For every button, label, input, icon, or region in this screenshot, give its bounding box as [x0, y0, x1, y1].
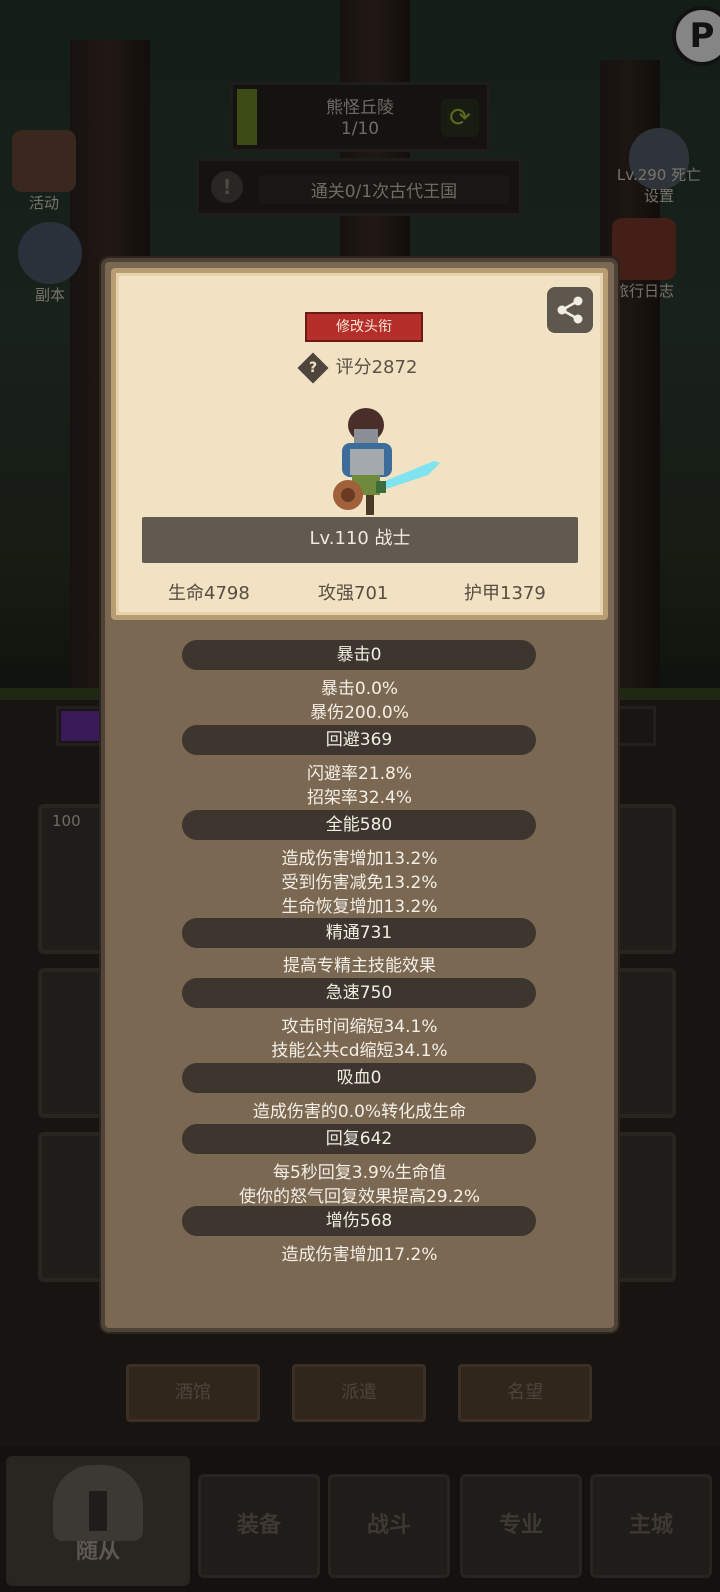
share-button[interactable] [547, 287, 593, 333]
mastery-effect: 提高专精主技能效果 [283, 956, 436, 976]
section-lifesteal-header: 吸血0 [182, 1063, 536, 1093]
level-class-banner: Lv.110 战士 [142, 517, 578, 563]
section-haste-header: 急速750 [182, 978, 536, 1008]
section-mastery-header: 精通731 [182, 918, 536, 948]
haste-global-cd: 技能公共cd缩短34.1% [271, 1041, 448, 1061]
hero-stats-panel: 修改头衔 ? 评分2872 Lv.110 战士 生命4798 攻强701 护甲13… [101, 258, 618, 1332]
versatility-reduction: 受到伤害减免13.2% [281, 873, 438, 893]
section-avoidance-header: 回避369 [182, 725, 536, 755]
regen-rage: 使你的怒气回复效果提高29.2% [238, 1187, 480, 1207]
share-icon [557, 296, 583, 324]
section-damage-bonus-header: 增伤568 [182, 1206, 536, 1236]
help-icon[interactable]: ? [297, 352, 329, 384]
section-regen-header: 回复642 [182, 1124, 536, 1154]
crit-rate: 暴击0.0% [320, 679, 399, 699]
damage-bonus-effect: 造成伤害增加17.2% [281, 1245, 438, 1265]
warrior-sprite [333, 408, 440, 515]
parry-rate: 招架率32.4% [306, 788, 412, 808]
versatility-healing: 生命恢复增加13.2% [281, 897, 438, 917]
versatility-damage: 造成伤害增加13.2% [281, 849, 438, 869]
stat-armor: 护甲1379 [464, 583, 546, 604]
score-row: ? 评分2872 [116, 352, 603, 384]
edit-title-button[interactable]: 修改头衔 [305, 312, 423, 342]
crit-damage: 暴伤200.0% [310, 703, 409, 723]
section-crit-header: 暴击0 [182, 640, 536, 670]
stat-hp: 生命4798 [168, 583, 250, 604]
dodge-rate: 闪避率21.8% [306, 764, 412, 784]
lifesteal-effect: 造成伤害的0.0%转化成生命 [252, 1102, 467, 1122]
regen-hp: 每5秒回复3.9%生命值 [272, 1163, 446, 1183]
hero-card: 修改头衔 ? 评分2872 Lv.110 战士 生命4798 攻强701 护甲13… [111, 268, 608, 620]
section-versatility-header: 全能580 [182, 810, 536, 840]
stat-attack-power: 攻强701 [318, 583, 389, 604]
haste-attack-time: 攻击时间缩短34.1% [281, 1017, 438, 1037]
score-text: 评分2872 [335, 357, 418, 378]
